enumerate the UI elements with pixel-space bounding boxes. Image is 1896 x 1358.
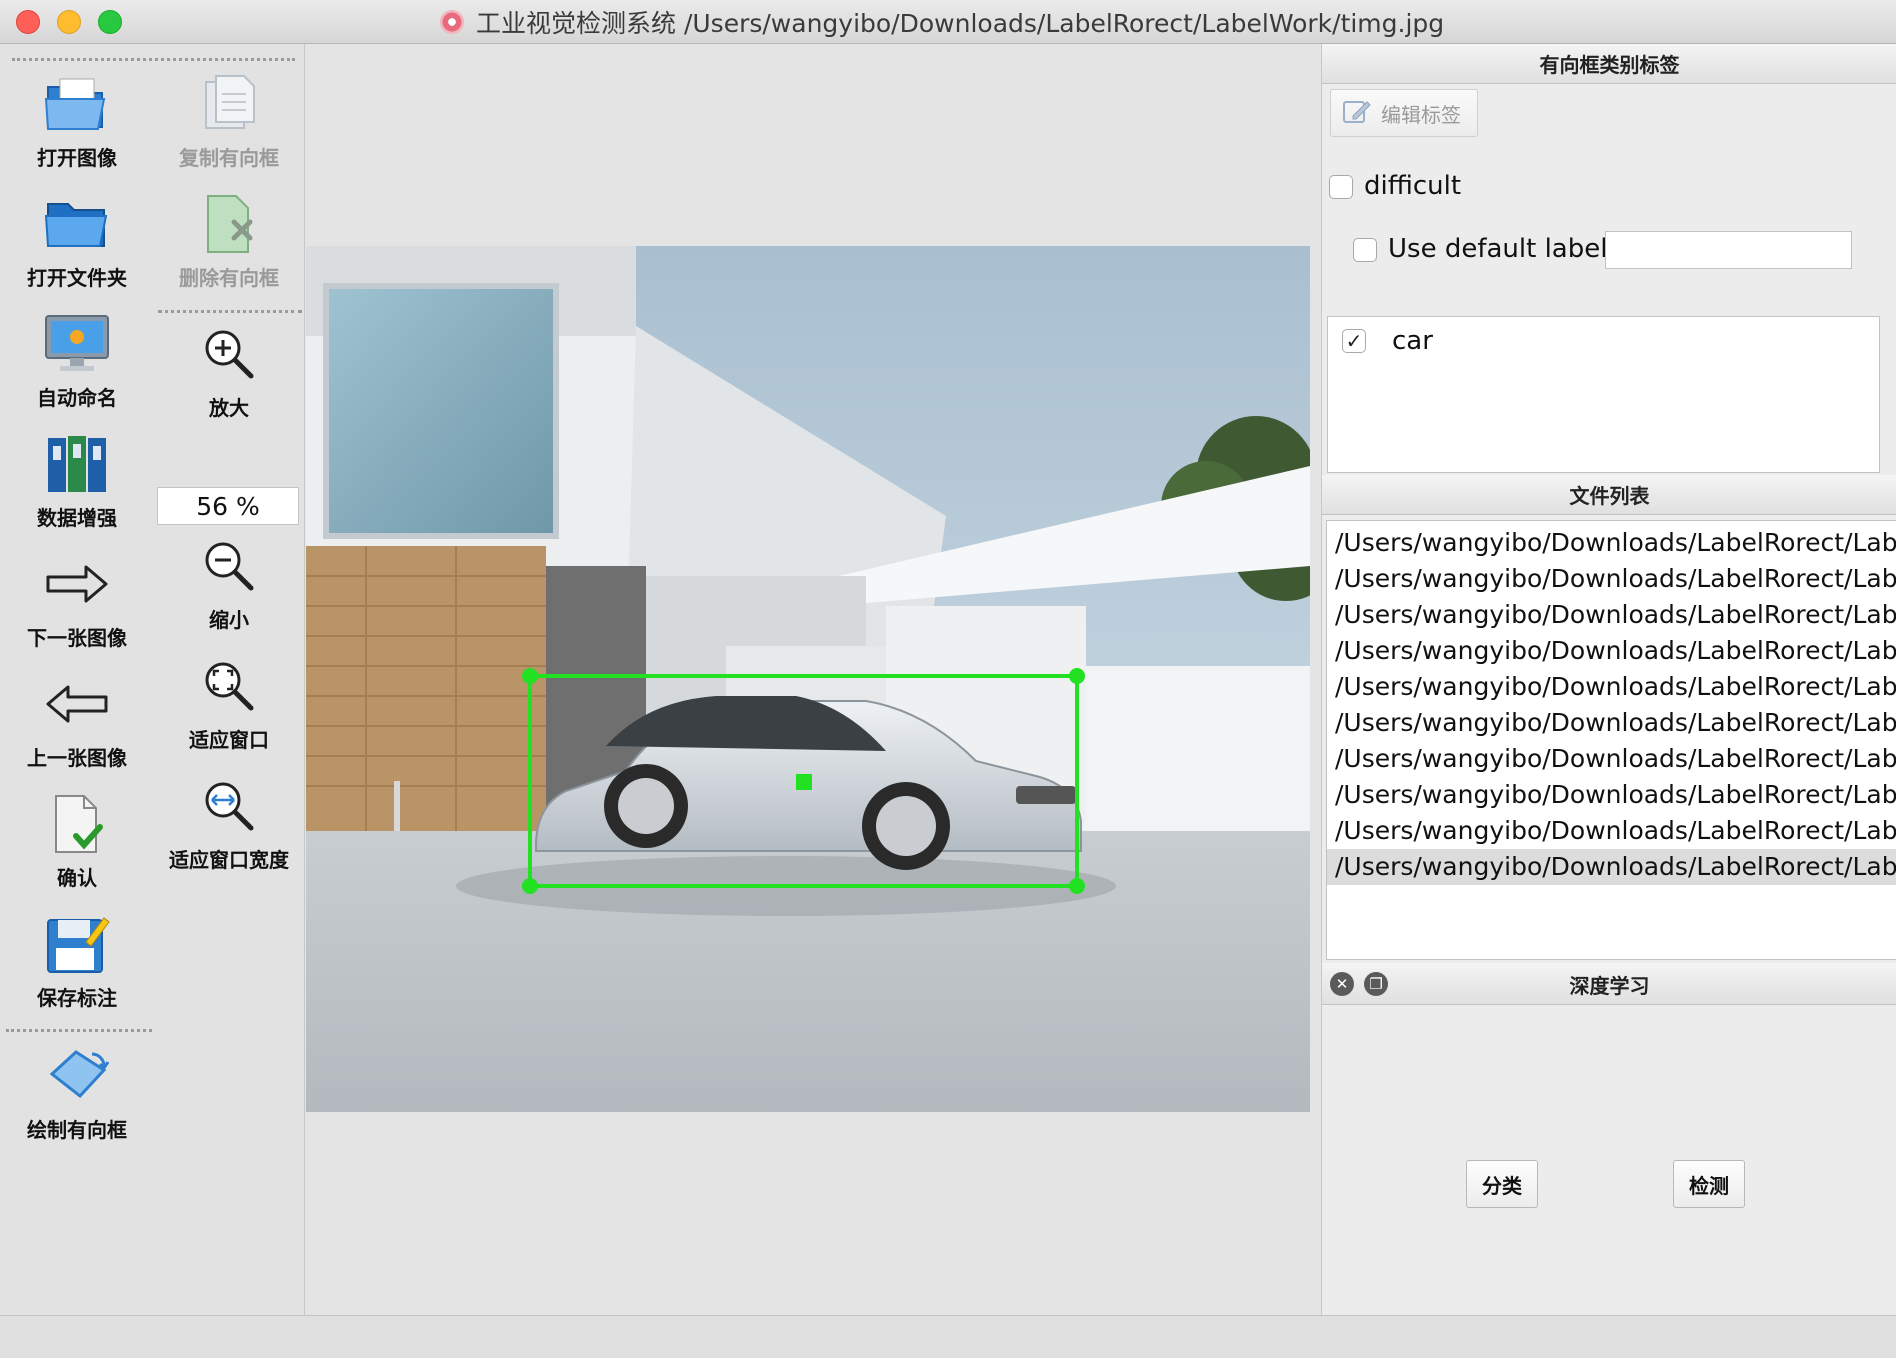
list-item[interactable]: /Users/wangyibo/Downloads/LabelRorect/La… — [1327, 705, 1896, 741]
default-label-input[interactable] — [1605, 231, 1852, 269]
dock-close-icon[interactable]: ✕ — [1330, 972, 1354, 996]
list-item[interactable]: /Users/wangyibo/Downloads/LabelRorect/La… — [1327, 741, 1896, 777]
difficult-label: difficult — [1364, 171, 1462, 201]
window-title: 工业视觉检测系统 /Users/wangyibo/Downloads/Label… — [476, 9, 1445, 38]
zoom-in-label: 放大 — [209, 396, 249, 420]
fit-width-button[interactable]: 适应窗口宽度 — [154, 772, 304, 873]
detect-button[interactable]: 检测 — [1673, 1160, 1745, 1208]
list-item[interactable]: /Users/wangyibo/Downloads/LabelRorect/La… — [1327, 633, 1896, 669]
draw-box-label: 绘制有向框 — [27, 1118, 127, 1142]
fit-window-label: 适应窗口 — [189, 728, 269, 752]
deep-learning-title: 深度学习 — [1569, 973, 1650, 998]
open-folder-button[interactable]: 打开文件夹 — [2, 190, 152, 291]
classify-button[interactable]: 分类 — [1466, 1160, 1538, 1208]
list-item[interactable]: ✓ car — [1342, 325, 1433, 357]
arrow-left-icon — [37, 670, 117, 738]
right-dock: 有向框类别标签 编辑标签 difficult Use default label… — [1321, 44, 1896, 1315]
label-checkbox-checked[interactable]: ✓ — [1342, 329, 1366, 353]
edit-label-button[interactable]: 编辑标签 — [1330, 89, 1478, 137]
zoom-out-icon — [189, 532, 269, 600]
toolbar-grip[interactable] — [12, 58, 295, 61]
use-default-label-label: Use default label — [1388, 234, 1608, 264]
minimize-window-button[interactable] — [57, 10, 81, 34]
zoom-in-button[interactable]: 放大 — [154, 320, 304, 421]
list-item[interactable]: /Users/wangyibo/Downloads/LabelRorect/La… — [1327, 597, 1896, 633]
check-document-icon — [37, 790, 117, 858]
label-list: ✓ car — [1327, 316, 1880, 473]
deep-learning-title-bar: 深度学习 ✕ ❐ — [1322, 963, 1896, 1005]
save-label-button[interactable]: 保存标注 — [2, 910, 152, 1011]
list-item[interactable]: /Users/wangyibo/Downloads/LabelRorect/La… — [1327, 669, 1896, 705]
dock-float-icon[interactable]: ❐ — [1364, 972, 1388, 996]
list-item[interactable]: /Users/wangyibo/Downloads/LabelRorect/La… — [1327, 813, 1896, 849]
zoom-in-icon — [189, 320, 269, 388]
copy-document-icon — [189, 70, 269, 138]
auto-name-label: 自动命名 — [37, 386, 117, 410]
list-item[interactable]: /Users/wangyibo/Downloads/LabelRorect/La… — [1327, 777, 1896, 813]
draw-rotated-box-icon — [37, 1042, 117, 1110]
verify-label: 确认 — [57, 866, 97, 890]
file-panel-title: 文件列表 — [1322, 475, 1896, 515]
arrow-right-icon — [37, 550, 117, 618]
status-bar — [0, 1315, 1896, 1358]
zoom-out-label: 缩小 — [209, 608, 249, 632]
toolbar-separator — [6, 1029, 152, 1032]
edit-pencil-icon — [1341, 96, 1371, 131]
folder-icon — [37, 190, 117, 258]
list-item[interactable]: /Users/wangyibo/Downloads/LabelRorect/La… — [1327, 525, 1896, 561]
fit-window-button[interactable]: 适应窗口 — [154, 652, 304, 753]
fit-width-label: 适应窗口宽度 — [169, 848, 289, 872]
prev-image-label: 上一张图像 — [27, 746, 127, 770]
data-augment-label: 数据增强 — [37, 506, 117, 530]
use-default-label-checkbox[interactable] — [1353, 238, 1377, 262]
open-folder-label: 打开文件夹 — [27, 266, 127, 290]
edit-label-text: 编辑标签 — [1381, 102, 1461, 127]
open-image-label: 打开图像 — [37, 146, 117, 170]
delete-document-icon — [189, 190, 269, 258]
verify-button[interactable]: 确认 — [2, 790, 152, 891]
copy-box-button[interactable]: 复制有向框 — [154, 70, 304, 171]
next-image-label: 下一张图像 — [27, 626, 127, 650]
auto-name-button[interactable]: 自动命名 — [2, 310, 152, 411]
image-canvas[interactable] — [305, 44, 1321, 1315]
left-toolbar: 打开图像 打开文件夹 自动命名 数据增强 下一张图像 上一张图像 确认 保存标注… — [0, 44, 305, 1358]
difficult-checkbox[interactable] — [1329, 175, 1353, 199]
draw-box-button[interactable]: 绘制有向框 — [2, 1042, 152, 1143]
next-image-button[interactable]: 下一张图像 — [2, 550, 152, 651]
maximize-window-button[interactable] — [98, 10, 122, 34]
toolbar-separator — [158, 310, 302, 313]
save-icon — [37, 910, 117, 978]
title-bar: 工业视觉检测系统 /Users/wangyibo/Downloads/Label… — [0, 0, 1896, 44]
app-icon — [440, 10, 464, 34]
open-image-icon — [37, 70, 117, 138]
zoom-level-input[interactable]: 56 % — [157, 487, 299, 525]
file-list: /Users/wangyibo/Downloads/LabelRorect/La… — [1326, 520, 1896, 960]
fit-width-icon — [189, 772, 269, 840]
monitor-icon — [37, 310, 117, 378]
close-window-button[interactable] — [16, 10, 40, 34]
label-panel-title: 有向框类别标签 — [1322, 44, 1896, 84]
fit-window-icon — [189, 652, 269, 720]
prev-image-button[interactable]: 上一张图像 — [2, 670, 152, 771]
binders-icon — [37, 430, 117, 498]
label-name: car — [1392, 326, 1433, 356]
list-item[interactable]: /Users/wangyibo/Downloads/LabelRorect/La… — [1327, 561, 1896, 597]
delete-box-label: 删除有向框 — [179, 266, 279, 290]
data-augment-button[interactable]: 数据增强 — [2, 430, 152, 531]
copy-box-label: 复制有向框 — [179, 146, 279, 170]
labeled-image — [306, 246, 1310, 1112]
zoom-out-button[interactable]: 缩小 — [154, 532, 304, 633]
delete-box-button[interactable]: 删除有向框 — [154, 190, 304, 291]
list-item-selected[interactable]: /Users/wangyibo/Downloads/LabelRorect/La… — [1327, 849, 1896, 885]
open-image-button[interactable]: 打开图像 — [2, 70, 152, 171]
save-label-label: 保存标注 — [37, 986, 117, 1010]
